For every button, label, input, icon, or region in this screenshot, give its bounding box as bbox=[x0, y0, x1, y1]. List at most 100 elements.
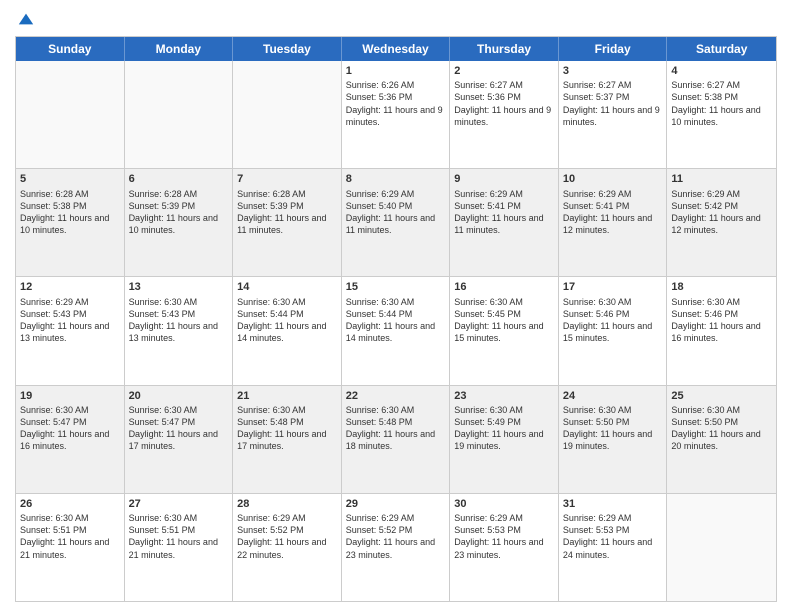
calendar-cell: 8 Sunrise: 6:29 AM Sunset: 5:40 PM Daylig… bbox=[342, 169, 451, 276]
day-number: 30 bbox=[454, 497, 554, 511]
day-number: 18 bbox=[671, 280, 772, 294]
header-day-wednesday: Wednesday bbox=[342, 37, 451, 61]
day-number: 20 bbox=[129, 389, 229, 403]
calendar-cell: 21Sunrise: 6:30 AM Sunset: 5:48 PM Dayli… bbox=[233, 386, 342, 493]
calendar-cell: 26Sunrise: 6:30 AM Sunset: 5:51 PM Dayli… bbox=[16, 494, 125, 601]
calendar-row-2: 5 Sunrise: 6:28 AM Sunset: 5:38 PM Daylig… bbox=[16, 169, 776, 277]
day-number: 24 bbox=[563, 389, 663, 403]
calendar-body: 1Sunrise: 6:26 AM Sunset: 5:36 PM Daylig… bbox=[16, 61, 776, 601]
calendar-row-4: 19 Sunrise: 6:30 AM Sunset: 5:47 PM Dayli… bbox=[16, 386, 776, 494]
day-info: Sunrise: 6:29 AM Sunset: 5:40 PM Dayligh… bbox=[346, 188, 446, 237]
calendar-cell: 31Sunrise: 6:29 AM Sunset: 5:53 PM Dayli… bbox=[559, 494, 668, 601]
day-number: 17 bbox=[563, 280, 663, 294]
day-number: 31 bbox=[563, 497, 663, 511]
day-info: Sunrise: 6:29 AM Sunset: 5:52 PM Dayligh… bbox=[237, 512, 337, 561]
day-info: Sunrise: 6:29 AM Sunset: 5:42 PM Dayligh… bbox=[671, 188, 772, 237]
logo-icon bbox=[17, 10, 35, 28]
day-number: 15 bbox=[346, 280, 446, 294]
calendar-cell: 15 Sunrise: 6:30 AM Sunset: 5:44 PM Dayli… bbox=[342, 277, 451, 384]
day-number: 8 bbox=[346, 172, 446, 186]
calendar-cell: 30Sunrise: 6:29 AM Sunset: 5:53 PM Dayli… bbox=[450, 494, 559, 601]
day-info: Sunrise: 6:30 AM Sunset: 5:46 PM Dayligh… bbox=[671, 296, 772, 345]
day-number: 27 bbox=[129, 497, 229, 511]
day-number: 1 bbox=[346, 64, 446, 78]
calendar-row-1: 1Sunrise: 6:26 AM Sunset: 5:36 PM Daylig… bbox=[16, 61, 776, 169]
calendar-cell: 13 Sunrise: 6:30 AM Sunset: 5:43 PM Dayli… bbox=[125, 277, 234, 384]
day-number: 12 bbox=[20, 280, 120, 294]
day-info: Sunrise: 6:30 AM Sunset: 5:50 PM Dayligh… bbox=[671, 404, 772, 453]
day-number: 2 bbox=[454, 64, 554, 78]
day-info: Sunrise: 6:29 AM Sunset: 5:41 PM Dayligh… bbox=[454, 188, 554, 237]
calendar-cell: 18 Sunrise: 6:30 AM Sunset: 5:46 PM Dayli… bbox=[667, 277, 776, 384]
day-number: 9 bbox=[454, 172, 554, 186]
day-info: Sunrise: 6:28 AM Sunset: 5:38 PM Dayligh… bbox=[20, 188, 120, 237]
calendar-cell bbox=[125, 61, 234, 168]
day-info: Sunrise: 6:29 AM Sunset: 5:43 PM Dayligh… bbox=[20, 296, 120, 345]
header-day-monday: Monday bbox=[125, 37, 234, 61]
day-info: Sunrise: 6:30 AM Sunset: 5:43 PM Dayligh… bbox=[129, 296, 229, 345]
calendar-cell: 27Sunrise: 6:30 AM Sunset: 5:51 PM Dayli… bbox=[125, 494, 234, 601]
day-number: 16 bbox=[454, 280, 554, 294]
day-info: Sunrise: 6:30 AM Sunset: 5:48 PM Dayligh… bbox=[346, 404, 446, 453]
logo-text bbox=[15, 10, 35, 28]
day-info: Sunrise: 6:29 AM Sunset: 5:41 PM Dayligh… bbox=[563, 188, 663, 237]
calendar-cell: 10 Sunrise: 6:29 AM Sunset: 5:41 PM Dayli… bbox=[559, 169, 668, 276]
calendar-cell: 25Sunrise: 6:30 AM Sunset: 5:50 PM Dayli… bbox=[667, 386, 776, 493]
day-number: 22 bbox=[346, 389, 446, 403]
day-number: 19 bbox=[20, 389, 120, 403]
calendar-cell: 6Sunrise: 6:28 AM Sunset: 5:39 PM Daylig… bbox=[125, 169, 234, 276]
calendar-cell bbox=[667, 494, 776, 601]
calendar: SundayMondayTuesdayWednesdayThursdayFrid… bbox=[15, 36, 777, 602]
day-number: 11 bbox=[671, 172, 772, 186]
calendar-cell: 17 Sunrise: 6:30 AM Sunset: 5:46 PM Dayli… bbox=[559, 277, 668, 384]
day-number: 14 bbox=[237, 280, 337, 294]
calendar-cell: 14 Sunrise: 6:30 AM Sunset: 5:44 PM Dayli… bbox=[233, 277, 342, 384]
day-number: 5 bbox=[20, 172, 120, 186]
day-number: 28 bbox=[237, 497, 337, 511]
day-number: 26 bbox=[20, 497, 120, 511]
day-info: Sunrise: 6:29 AM Sunset: 5:53 PM Dayligh… bbox=[563, 512, 663, 561]
day-info: Sunrise: 6:30 AM Sunset: 5:46 PM Dayligh… bbox=[563, 296, 663, 345]
calendar-cell: 3Sunrise: 6:27 AM Sunset: 5:37 PM Daylig… bbox=[559, 61, 668, 168]
calendar-header: SundayMondayTuesdayWednesdayThursdayFrid… bbox=[16, 37, 776, 61]
day-number: 13 bbox=[129, 280, 229, 294]
calendar-cell: 29Sunrise: 6:29 AM Sunset: 5:52 PM Dayli… bbox=[342, 494, 451, 601]
day-number: 10 bbox=[563, 172, 663, 186]
calendar-cell: 12 Sunrise: 6:29 AM Sunset: 5:43 PM Dayli… bbox=[16, 277, 125, 384]
calendar-cell: 23Sunrise: 6:30 AM Sunset: 5:49 PM Dayli… bbox=[450, 386, 559, 493]
day-info: Sunrise: 6:29 AM Sunset: 5:53 PM Dayligh… bbox=[454, 512, 554, 561]
header-day-friday: Friday bbox=[559, 37, 668, 61]
calendar-cell: 9 Sunrise: 6:29 AM Sunset: 5:41 PM Daylig… bbox=[450, 169, 559, 276]
day-number: 7 bbox=[237, 172, 337, 186]
calendar-cell: 16 Sunrise: 6:30 AM Sunset: 5:45 PM Dayli… bbox=[450, 277, 559, 384]
calendar-cell: 28Sunrise: 6:29 AM Sunset: 5:52 PM Dayli… bbox=[233, 494, 342, 601]
calendar-cell: 7 Sunrise: 6:28 AM Sunset: 5:39 PM Daylig… bbox=[233, 169, 342, 276]
day-info: Sunrise: 6:27 AM Sunset: 5:37 PM Dayligh… bbox=[563, 79, 663, 128]
day-number: 4 bbox=[671, 64, 772, 78]
day-info: Sunrise: 6:27 AM Sunset: 5:36 PM Dayligh… bbox=[454, 79, 554, 128]
calendar-cell bbox=[16, 61, 125, 168]
day-info: Sunrise: 6:30 AM Sunset: 5:49 PM Dayligh… bbox=[454, 404, 554, 453]
calendar-cell: 20Sunrise: 6:30 AM Sunset: 5:47 PM Dayli… bbox=[125, 386, 234, 493]
day-info: Sunrise: 6:30 AM Sunset: 5:48 PM Dayligh… bbox=[237, 404, 337, 453]
header-day-thursday: Thursday bbox=[450, 37, 559, 61]
header bbox=[15, 10, 777, 28]
calendar-row-5: 26Sunrise: 6:30 AM Sunset: 5:51 PM Dayli… bbox=[16, 494, 776, 601]
header-day-saturday: Saturday bbox=[667, 37, 776, 61]
day-info: Sunrise: 6:30 AM Sunset: 5:44 PM Dayligh… bbox=[237, 296, 337, 345]
day-number: 25 bbox=[671, 389, 772, 403]
day-info: Sunrise: 6:29 AM Sunset: 5:52 PM Dayligh… bbox=[346, 512, 446, 561]
day-info: Sunrise: 6:30 AM Sunset: 5:47 PM Dayligh… bbox=[129, 404, 229, 453]
day-info: Sunrise: 6:30 AM Sunset: 5:44 PM Dayligh… bbox=[346, 296, 446, 345]
day-info: Sunrise: 6:30 AM Sunset: 5:45 PM Dayligh… bbox=[454, 296, 554, 345]
day-info: Sunrise: 6:26 AM Sunset: 5:36 PM Dayligh… bbox=[346, 79, 446, 128]
day-info: Sunrise: 6:28 AM Sunset: 5:39 PM Dayligh… bbox=[237, 188, 337, 237]
calendar-cell: 19Sunrise: 6:30 AM Sunset: 5:47 PM Dayli… bbox=[16, 386, 125, 493]
calendar-row-3: 12 Sunrise: 6:29 AM Sunset: 5:43 PM Dayli… bbox=[16, 277, 776, 385]
calendar-cell: 4Sunrise: 6:27 AM Sunset: 5:38 PM Daylig… bbox=[667, 61, 776, 168]
day-number: 23 bbox=[454, 389, 554, 403]
day-number: 29 bbox=[346, 497, 446, 511]
calendar-cell bbox=[233, 61, 342, 168]
calendar-cell: 22Sunrise: 6:30 AM Sunset: 5:48 PM Dayli… bbox=[342, 386, 451, 493]
day-number: 6 bbox=[129, 172, 229, 186]
